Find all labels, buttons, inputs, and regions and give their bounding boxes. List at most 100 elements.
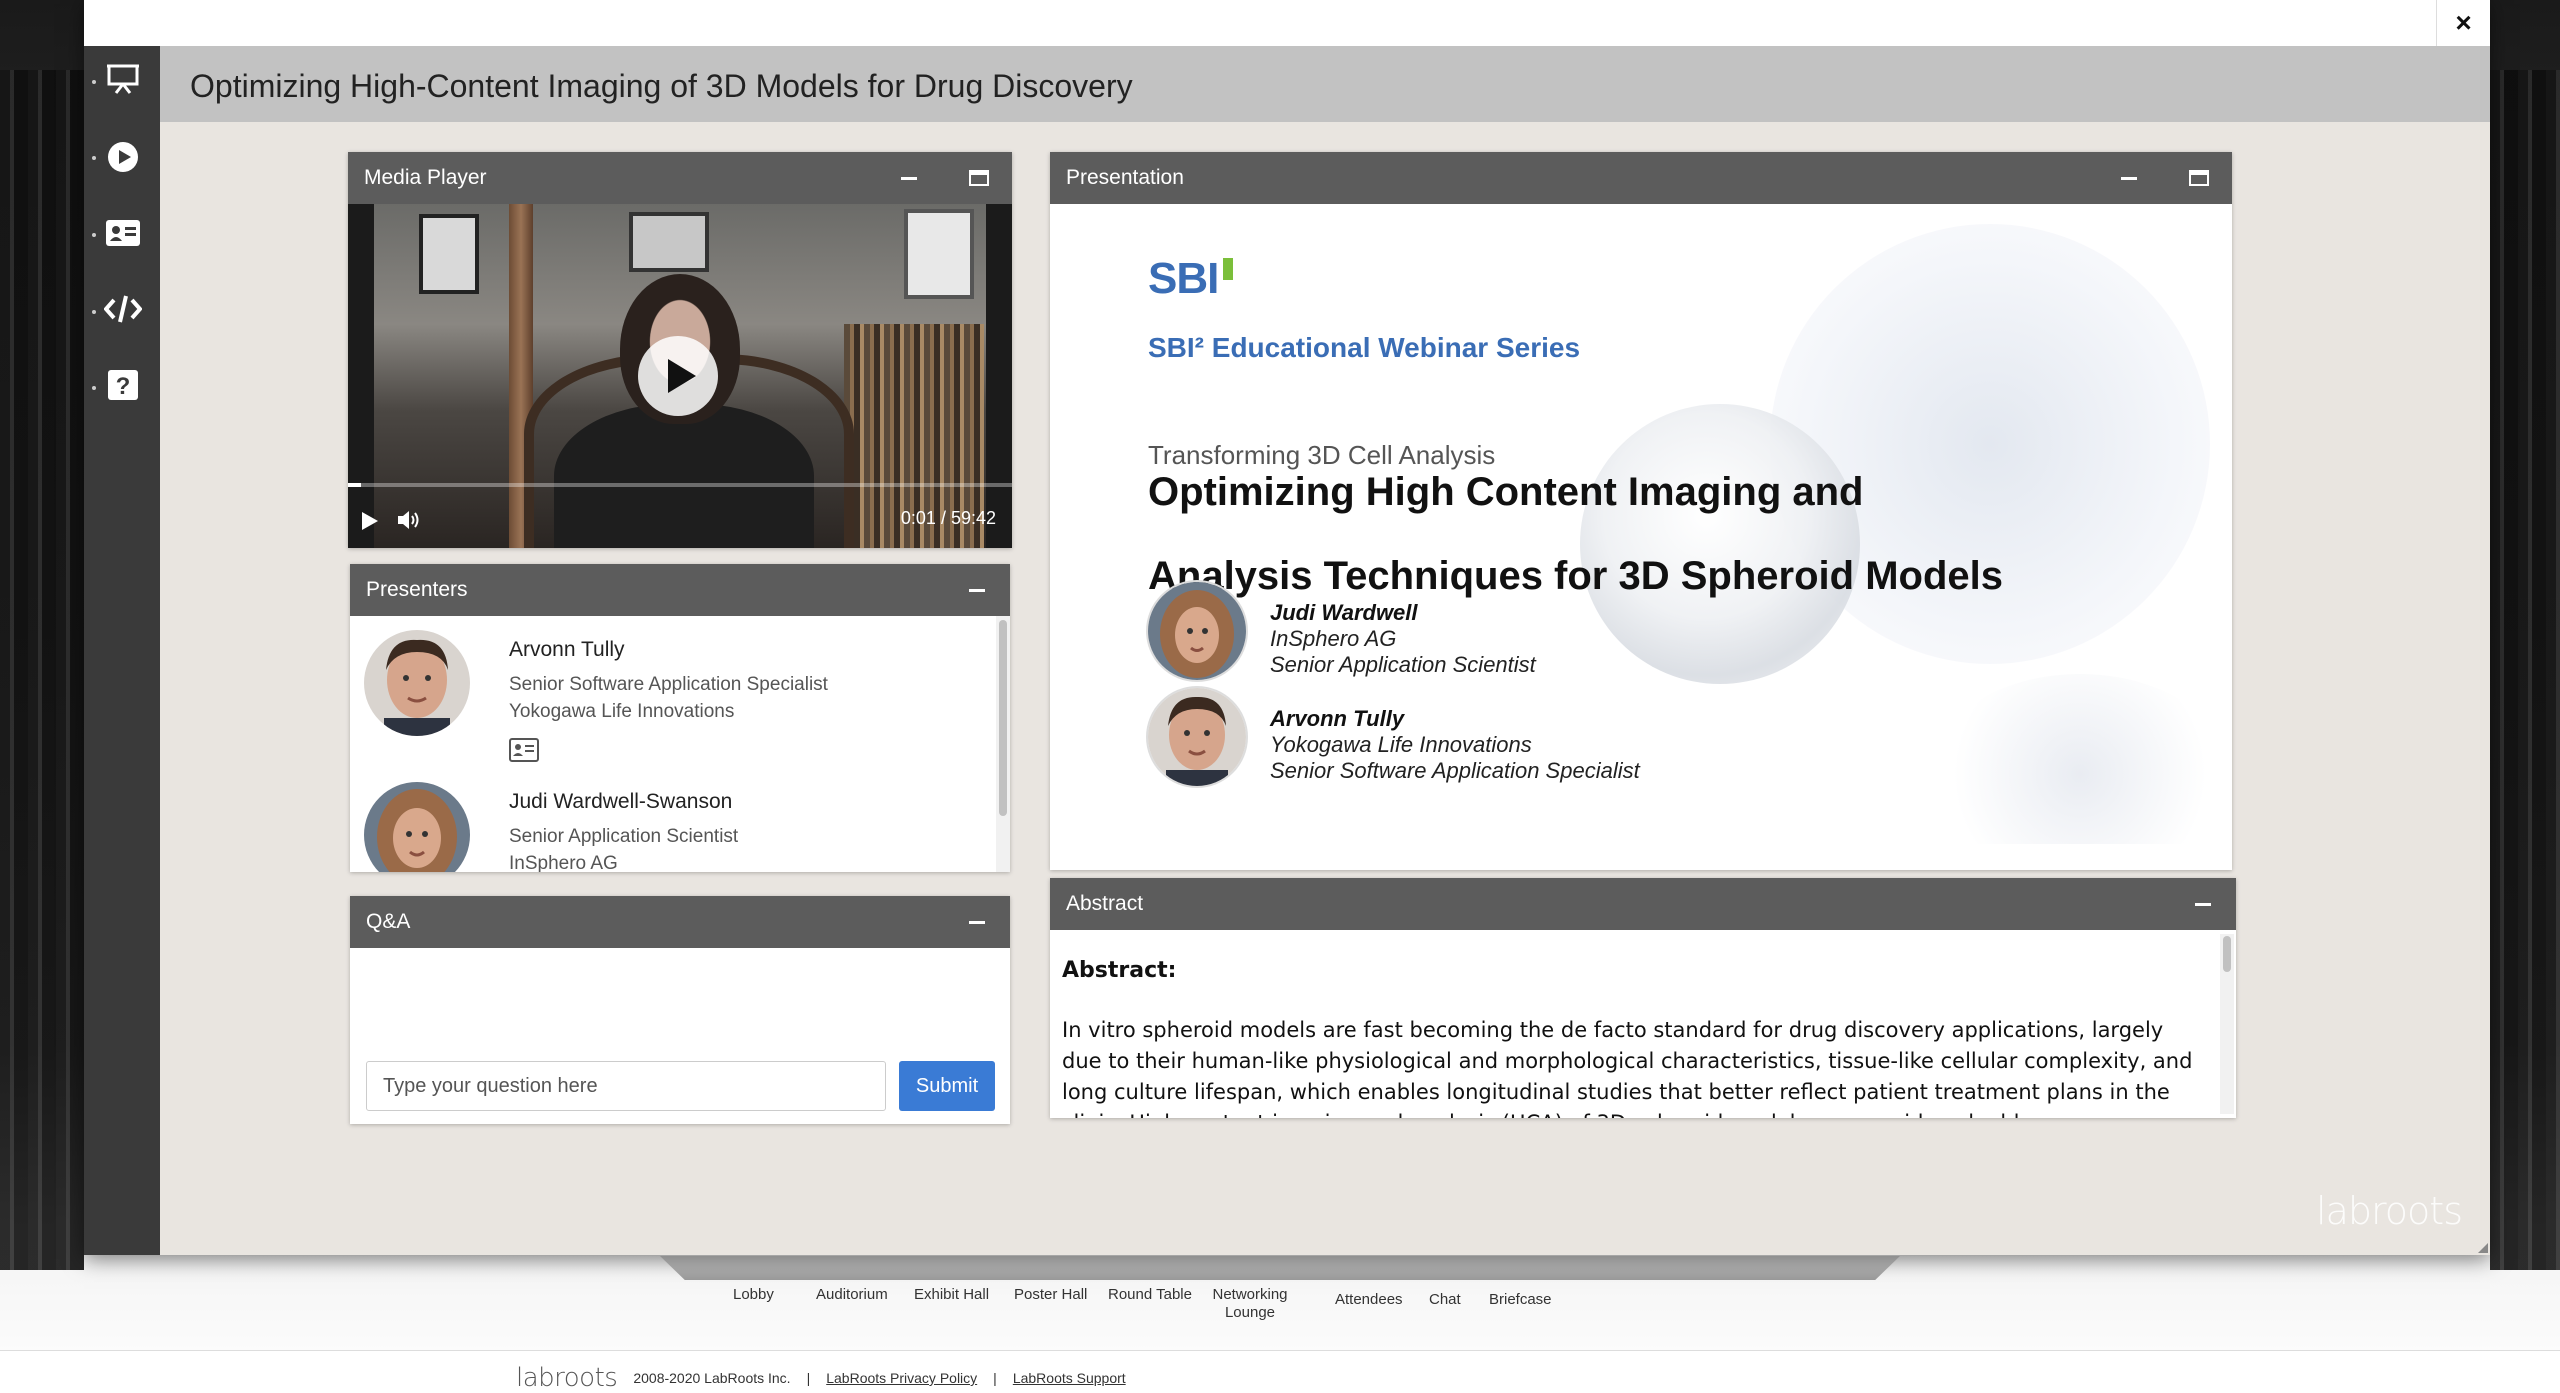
speaker-role: Senior Application Scientist: [1270, 652, 1536, 677]
play-control-button[interactable]: [360, 510, 380, 537]
volume-icon: [398, 511, 419, 529]
abstract-body: Abstract: In vitro spheroid models are f…: [1050, 930, 2236, 1118]
abstract-scrollbar[interactable]: [2220, 934, 2234, 1114]
speaker-org: Yokogawa Life Innovations: [1270, 732, 1532, 757]
resize-handle[interactable]: [2478, 1243, 2488, 1253]
scroll-thumb[interactable]: [2223, 936, 2231, 972]
presenter-avatar: [364, 782, 470, 872]
nav-attendees[interactable]: Attendees: [1335, 1291, 1403, 1309]
nav-lobby[interactable]: Lobby: [733, 1286, 774, 1304]
sbi-logo-text: SBI: [1148, 254, 1219, 303]
rail-dot: [92, 156, 96, 160]
submit-button[interactable]: Submit: [899, 1061, 995, 1111]
modal-topbar: ×: [84, 0, 2490, 46]
progress-fill: [348, 483, 362, 487]
panel-title: Presenters: [366, 578, 468, 601]
play-icon: [667, 359, 696, 393]
minimize-icon: [969, 588, 985, 592]
nav-networking-lounge[interactable]: Networking Lounge: [1208, 1286, 1292, 1322]
nav-stage-bar: [660, 1256, 1900, 1280]
abstract-panel: Abstract Abstract: In vitro spheroid mod…: [1050, 878, 2236, 1118]
presenters-scrollbar[interactable]: [996, 616, 1010, 872]
environment-pillar-left: [0, 70, 84, 1270]
maximize-button[interactable]: [2184, 164, 2214, 192]
slide-subtitle: Transforming 3D Cell Analysis: [1148, 440, 1496, 470]
presentation-slide: SBI SBI² Educational Webinar Series Tran…: [1050, 204, 2232, 844]
speaker-name: Judi Wardwell: [1270, 600, 1418, 625]
big-play-button[interactable]: [638, 336, 718, 416]
svg-text:?: ?: [116, 373, 131, 400]
slide-speaker: Arvonn Tully Yokogawa Life Innovations S…: [1148, 688, 1848, 788]
panel-header: Presenters: [350, 564, 1010, 616]
presenters-list: Arvonn Tully Senior Software Application…: [350, 616, 1010, 872]
minimize-icon: [969, 920, 985, 924]
presenter-name: Arvonn Tully: [509, 638, 625, 661]
panel-header: Presentation: [1050, 152, 2232, 204]
minimize-button[interactable]: [894, 164, 924, 192]
speaker-photo: [1148, 688, 1246, 786]
nav-briefcase[interactable]: Briefcase: [1489, 1291, 1552, 1309]
presenter-item: Arvonn Tully Senior Software Application…: [364, 630, 984, 780]
environment-pillar-right: [2490, 70, 2560, 1270]
help-question-icon[interactable]: ?: [102, 364, 144, 406]
presenter-avatar: [364, 630, 470, 736]
speaker-org: InSphero AG: [1270, 626, 1397, 651]
minimize-button[interactable]: [962, 576, 992, 604]
video-player[interactable]: 0:01 / 59:42: [348, 204, 1012, 548]
labroots-watermark: labroots: [2316, 1189, 2463, 1233]
time-display: 0:01 / 59:42: [900, 508, 996, 528]
play-circle-icon[interactable]: [102, 136, 144, 178]
rail-dot: [92, 386, 96, 390]
rail-dot: [92, 310, 96, 314]
presenter-role: Senior Application Scientist: [509, 826, 739, 847]
question-input[interactable]: [366, 1061, 886, 1111]
maximize-button[interactable]: [964, 164, 994, 192]
abstract-heading: Abstract:: [1062, 958, 1177, 983]
left-rail: ?: [84, 46, 160, 1255]
nav-poster-hall[interactable]: Poster Hall: [1014, 1286, 1087, 1304]
nav-auditorium[interactable]: Auditorium: [816, 1286, 888, 1304]
minimize-button[interactable]: [962, 908, 992, 936]
maximize-icon: [2189, 170, 2209, 186]
play-icon: [362, 512, 378, 530]
presenter-org: Yokogawa Life Innovations: [509, 701, 735, 722]
contact-card-icon[interactable]: [509, 738, 539, 767]
panel-title: Media Player: [364, 166, 487, 189]
code-embed-icon[interactable]: [102, 288, 144, 330]
qa-panel: Q&A Submit: [350, 896, 1010, 1124]
panel-header: Media Player: [348, 152, 1012, 204]
presenters-panel: Presenters Arvonn Tully Senior Software …: [350, 564, 1010, 872]
minimize-button[interactable]: [2114, 164, 2144, 192]
slide-series: SBI² Educational Webinar Series: [1148, 332, 1581, 363]
footer-separator: |: [993, 1370, 997, 1386]
rail-dot: [92, 80, 96, 84]
volume-button[interactable]: [396, 508, 422, 537]
page-title: Optimizing High-Content Imaging of 3D Mo…: [190, 68, 1133, 104]
minimize-button[interactable]: [2188, 890, 2218, 918]
scroll-thumb[interactable]: [999, 620, 1007, 816]
footer-copyright: 2008-2020 LabRoots Inc.: [633, 1370, 791, 1386]
presenter-item: Judi Wardwell-Swanson Senior Application…: [364, 782, 984, 872]
footer-separator: |: [806, 1370, 811, 1386]
nav-exhibit-hall[interactable]: Exhibit Hall: [914, 1286, 989, 1304]
panel-title: Presentation: [1066, 166, 1184, 189]
presenter-org: InSphero AG: [509, 853, 618, 872]
close-icon: ×: [2455, 7, 2472, 38]
support-link[interactable]: LabRoots Support: [1013, 1370, 1126, 1386]
session-title-bar: Optimizing High-Content Imaging of 3D Mo…: [160, 46, 2490, 122]
panel-title: Q&A: [366, 910, 411, 933]
session-modal: × ? Optimizing High-Content Imaging of 3…: [84, 0, 2490, 1255]
slide-speaker: Judi Wardwell InSphero AG Senior Applica…: [1148, 582, 1848, 682]
contact-card-icon[interactable]: [102, 212, 144, 254]
presentation-screen-icon[interactable]: [102, 58, 144, 100]
minimize-icon: [2121, 176, 2137, 180]
nav-chat[interactable]: Chat: [1429, 1291, 1461, 1309]
nav-round-table[interactable]: Round Table: [1108, 1286, 1192, 1304]
presenter-name: Judi Wardwell-Swanson: [509, 790, 733, 813]
video-progress-bar[interactable]: [348, 483, 1012, 487]
privacy-policy-link[interactable]: LabRoots Privacy Policy: [826, 1370, 977, 1386]
abstract-text: In vitro spheroid models are fast becomi…: [1062, 1018, 2193, 1118]
media-player-panel: Media Player 0:01 / 59:42: [348, 152, 1012, 548]
close-button[interactable]: ×: [2436, 0, 2490, 46]
panel-header: Q&A: [350, 896, 1010, 948]
